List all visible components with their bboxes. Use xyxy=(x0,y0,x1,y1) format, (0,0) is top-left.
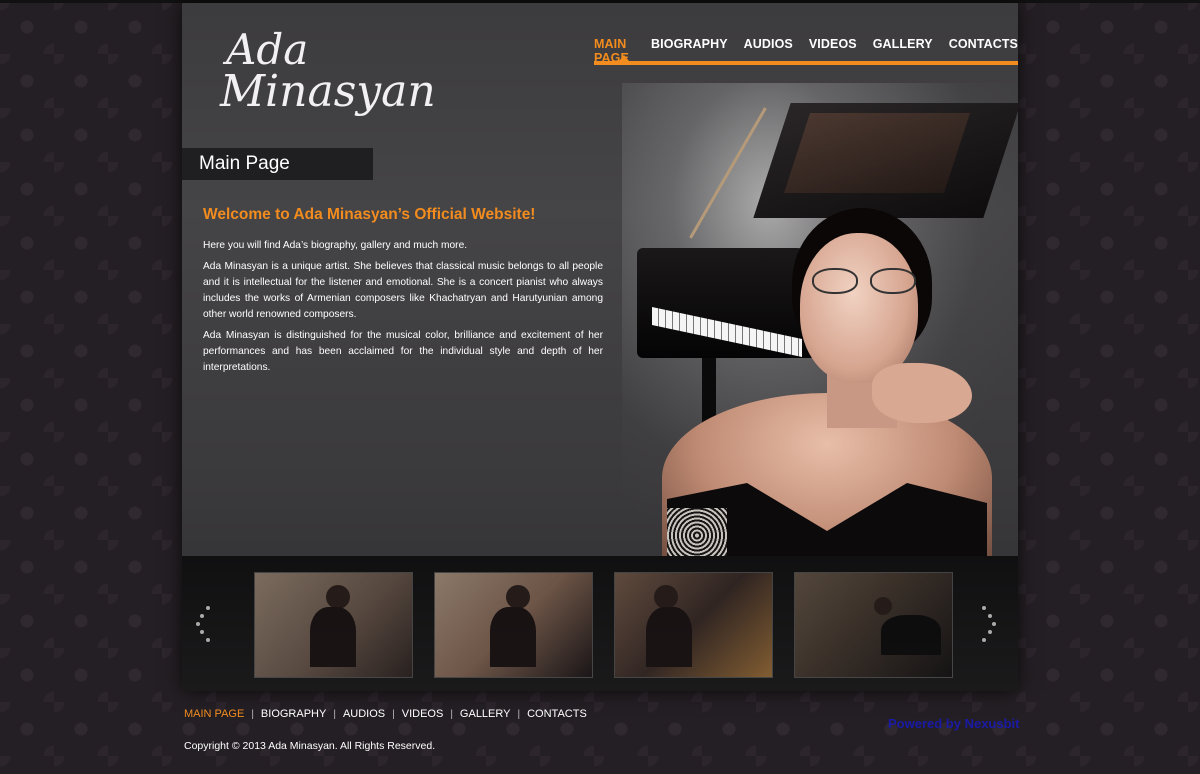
bio-paragraph-2: Ada Minasyan is distinguished for the mu… xyxy=(203,330,603,373)
intro-paragraph: Here you will find Ada’s biography, gall… xyxy=(203,240,468,251)
portrait-glasses xyxy=(812,268,922,294)
piano-interior xyxy=(784,113,970,193)
page-title: Main Page xyxy=(182,148,373,180)
welcome-heading: Welcome to Ada Minasyan’s Official Websi… xyxy=(203,206,536,223)
footer-link-biography[interactable]: BIOGRAPHY xyxy=(261,708,326,720)
portrait-lace xyxy=(667,508,727,563)
footer-separator: | xyxy=(450,708,453,720)
hero-image-pianist xyxy=(622,98,1018,563)
footer-link-videos[interactable]: VIDEOS xyxy=(402,708,444,720)
page-wrapper: Ada Minasyan MAIN PAGE BIOGRAPHY AUDIOS … xyxy=(182,3,1018,691)
footer-link-audios[interactable]: AUDIOS xyxy=(343,708,385,720)
footer-link-contacts[interactable]: CONTACTS xyxy=(527,708,587,720)
main-content: Welcome to Ada Minasyan’s Official Websi… xyxy=(203,206,603,381)
footer-link-main-page[interactable]: MAIN PAGE xyxy=(184,708,244,720)
site-logo[interactable]: Ada Minasyan xyxy=(220,25,436,117)
gallery-thumbnail[interactable] xyxy=(434,572,593,678)
footer-nav: MAIN PAGE | BIOGRAPHY | AUDIOS | VIDEOS … xyxy=(184,708,587,720)
portrait-hand xyxy=(872,363,972,423)
footer-separator: | xyxy=(333,708,336,720)
piano-lid-prop xyxy=(689,107,767,239)
logo-line-1: Ada xyxy=(226,25,309,74)
gallery-carousel xyxy=(182,556,1018,691)
carousel-prev-icon[interactable] xyxy=(194,602,214,642)
carousel-next-icon[interactable] xyxy=(980,602,1000,642)
nav-underline xyxy=(594,61,1018,65)
footer-separator: | xyxy=(517,708,521,720)
bio-paragraph-1: Ada Minasyan is a unique artist. She bel… xyxy=(203,261,603,320)
footer-separator: | xyxy=(251,708,254,720)
gallery-thumbnail[interactable] xyxy=(254,572,413,678)
footer-link-gallery[interactable]: GALLERY xyxy=(460,708,511,720)
logo-line-2: Minasyan xyxy=(220,66,436,117)
gallery-thumbnail[interactable] xyxy=(614,572,773,678)
portrait-face xyxy=(800,233,918,383)
powered-by-link[interactable]: Powered by Nexusbit xyxy=(888,716,1019,731)
footer-separator: | xyxy=(392,708,395,720)
gallery-thumbnail[interactable] xyxy=(794,572,953,678)
copyright-text: Copyright © 2013 Ada Minasyan. All Right… xyxy=(184,740,436,752)
